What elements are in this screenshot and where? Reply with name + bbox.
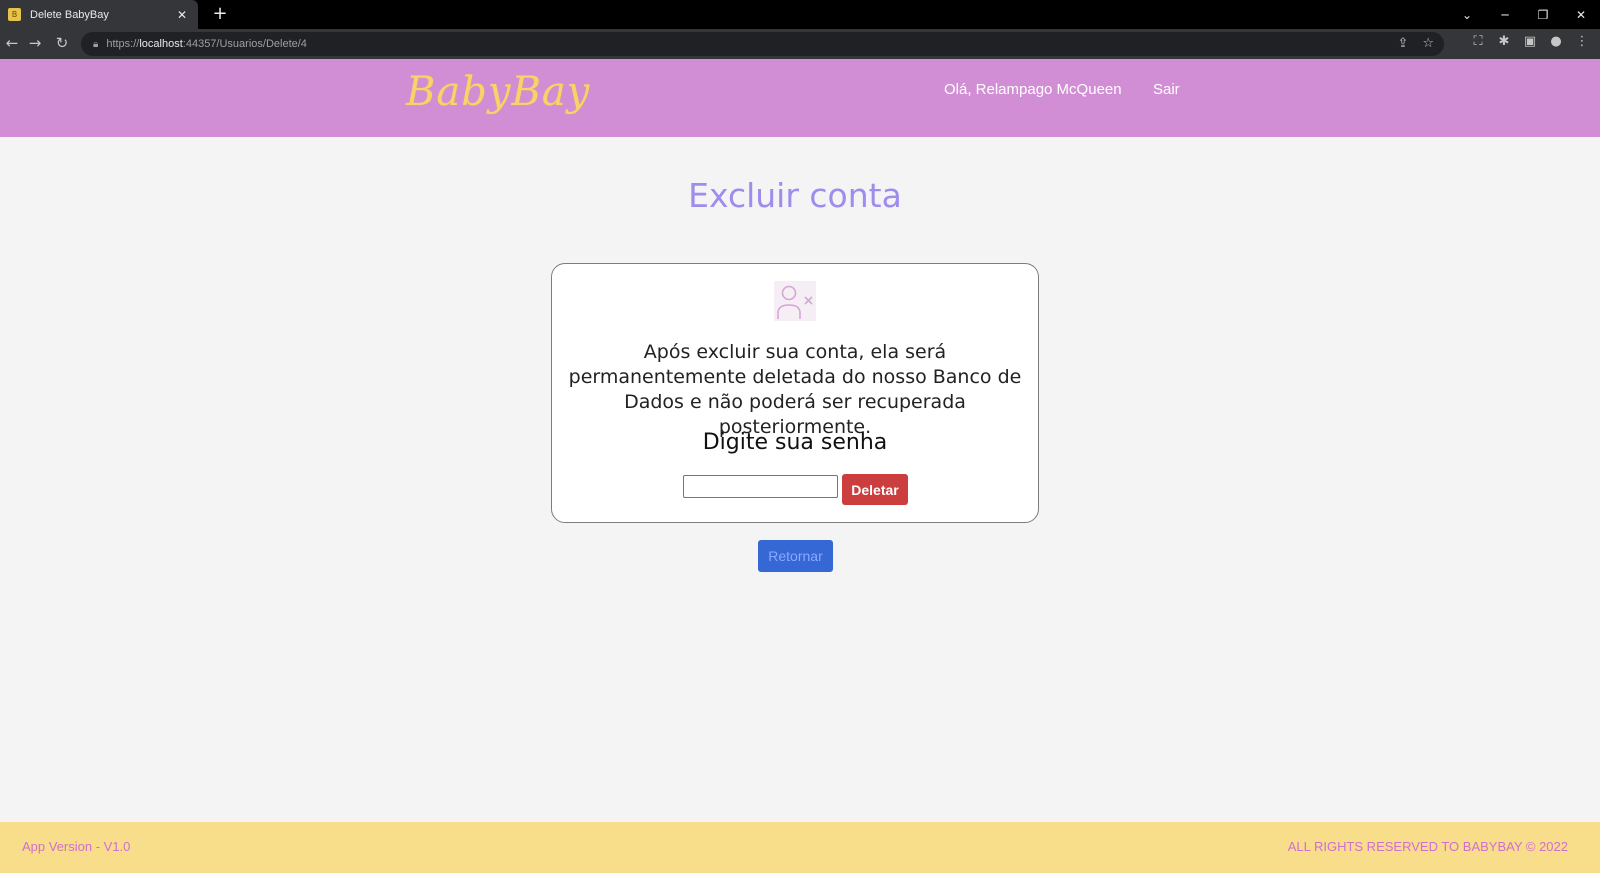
password-prompt: Digite sua senha <box>702 430 888 455</box>
app-version: App Version - V1.0 <box>22 839 131 854</box>
browser-toolbar: ← → ↻ 🔒︎ https://localhost:44357/Usuario… <box>0 29 1600 59</box>
back-icon[interactable]: ← <box>2 34 22 52</box>
bookmark-star-icon[interactable]: ☆ <box>1422 36 1434 51</box>
forward-icon[interactable]: → <box>25 34 45 52</box>
site-footer: App Version - V1.0 ALL RIGHTS RESERVED T… <box>0 822 1600 873</box>
reload-icon[interactable]: ↻ <box>52 34 72 52</box>
return-button[interactable]: Retornar <box>758 540 833 572</box>
share-icon[interactable]: ⇪ <box>1397 36 1408 51</box>
new-tab-icon[interactable]: + <box>209 3 231 24</box>
extensions-icon[interactable]: ✱ <box>1496 34 1512 49</box>
delete-button[interactable]: Deletar <box>842 474 908 505</box>
minimize-icon[interactable]: ─ <box>1486 8 1524 22</box>
favicon-icon: B <box>8 8 21 21</box>
tab-search-icon[interactable]: ⌄ <box>1448 8 1486 22</box>
babybay-logo[interactable]: BabyBay <box>406 69 590 115</box>
copyright-text: ALL RIGHTS RESERVED TO BABYBAY © 2022 <box>1287 839 1568 854</box>
menu-icon[interactable]: ⋮ <box>1574 34 1590 49</box>
close-window-icon[interactable]: ✕ <box>1562 8 1600 22</box>
remove-user-icon <box>774 281 816 321</box>
screenshot-icon[interactable]: ⛶ <box>1470 34 1486 49</box>
browser-tab[interactable]: B Delete BabyBay ✕ <box>0 0 198 29</box>
restore-icon[interactable]: ❐ <box>1524 8 1562 22</box>
profile-icon[interactable]: ● <box>1548 34 1564 49</box>
page-title: Excluir conta <box>688 176 902 215</box>
delete-account-card: Após excluir sua conta, ela será permane… <box>551 263 1039 523</box>
logout-link[interactable]: Sair <box>1153 81 1180 98</box>
deletion-warning-text: Após excluir sua conta, ela será permane… <box>568 341 1022 438</box>
site-header: BabyBay Olá, Relampago McQueen Sair <box>0 59 1600 137</box>
tab-title: Delete BabyBay <box>30 8 109 21</box>
url-text: https://localhost:44357/Usuarios/Delete/… <box>106 38 307 50</box>
browser-tab-strip: B Delete BabyBay ✕ + ⌄ ─ ❐ ✕ <box>0 0 1600 29</box>
user-greeting-link[interactable]: Olá, Relampago McQueen <box>944 81 1122 98</box>
window-controls: ⌄ ─ ❐ ✕ <box>1448 0 1600 29</box>
lock-icon: 🔒︎ <box>93 38 99 50</box>
password-input[interactable] <box>683 475 838 498</box>
tab-close-icon[interactable]: ✕ <box>174 8 190 22</box>
address-bar[interactable]: 🔒︎ https://localhost:44357/Usuarios/Dele… <box>81 32 1444 56</box>
side-panel-icon[interactable]: ▣ <box>1522 34 1538 49</box>
